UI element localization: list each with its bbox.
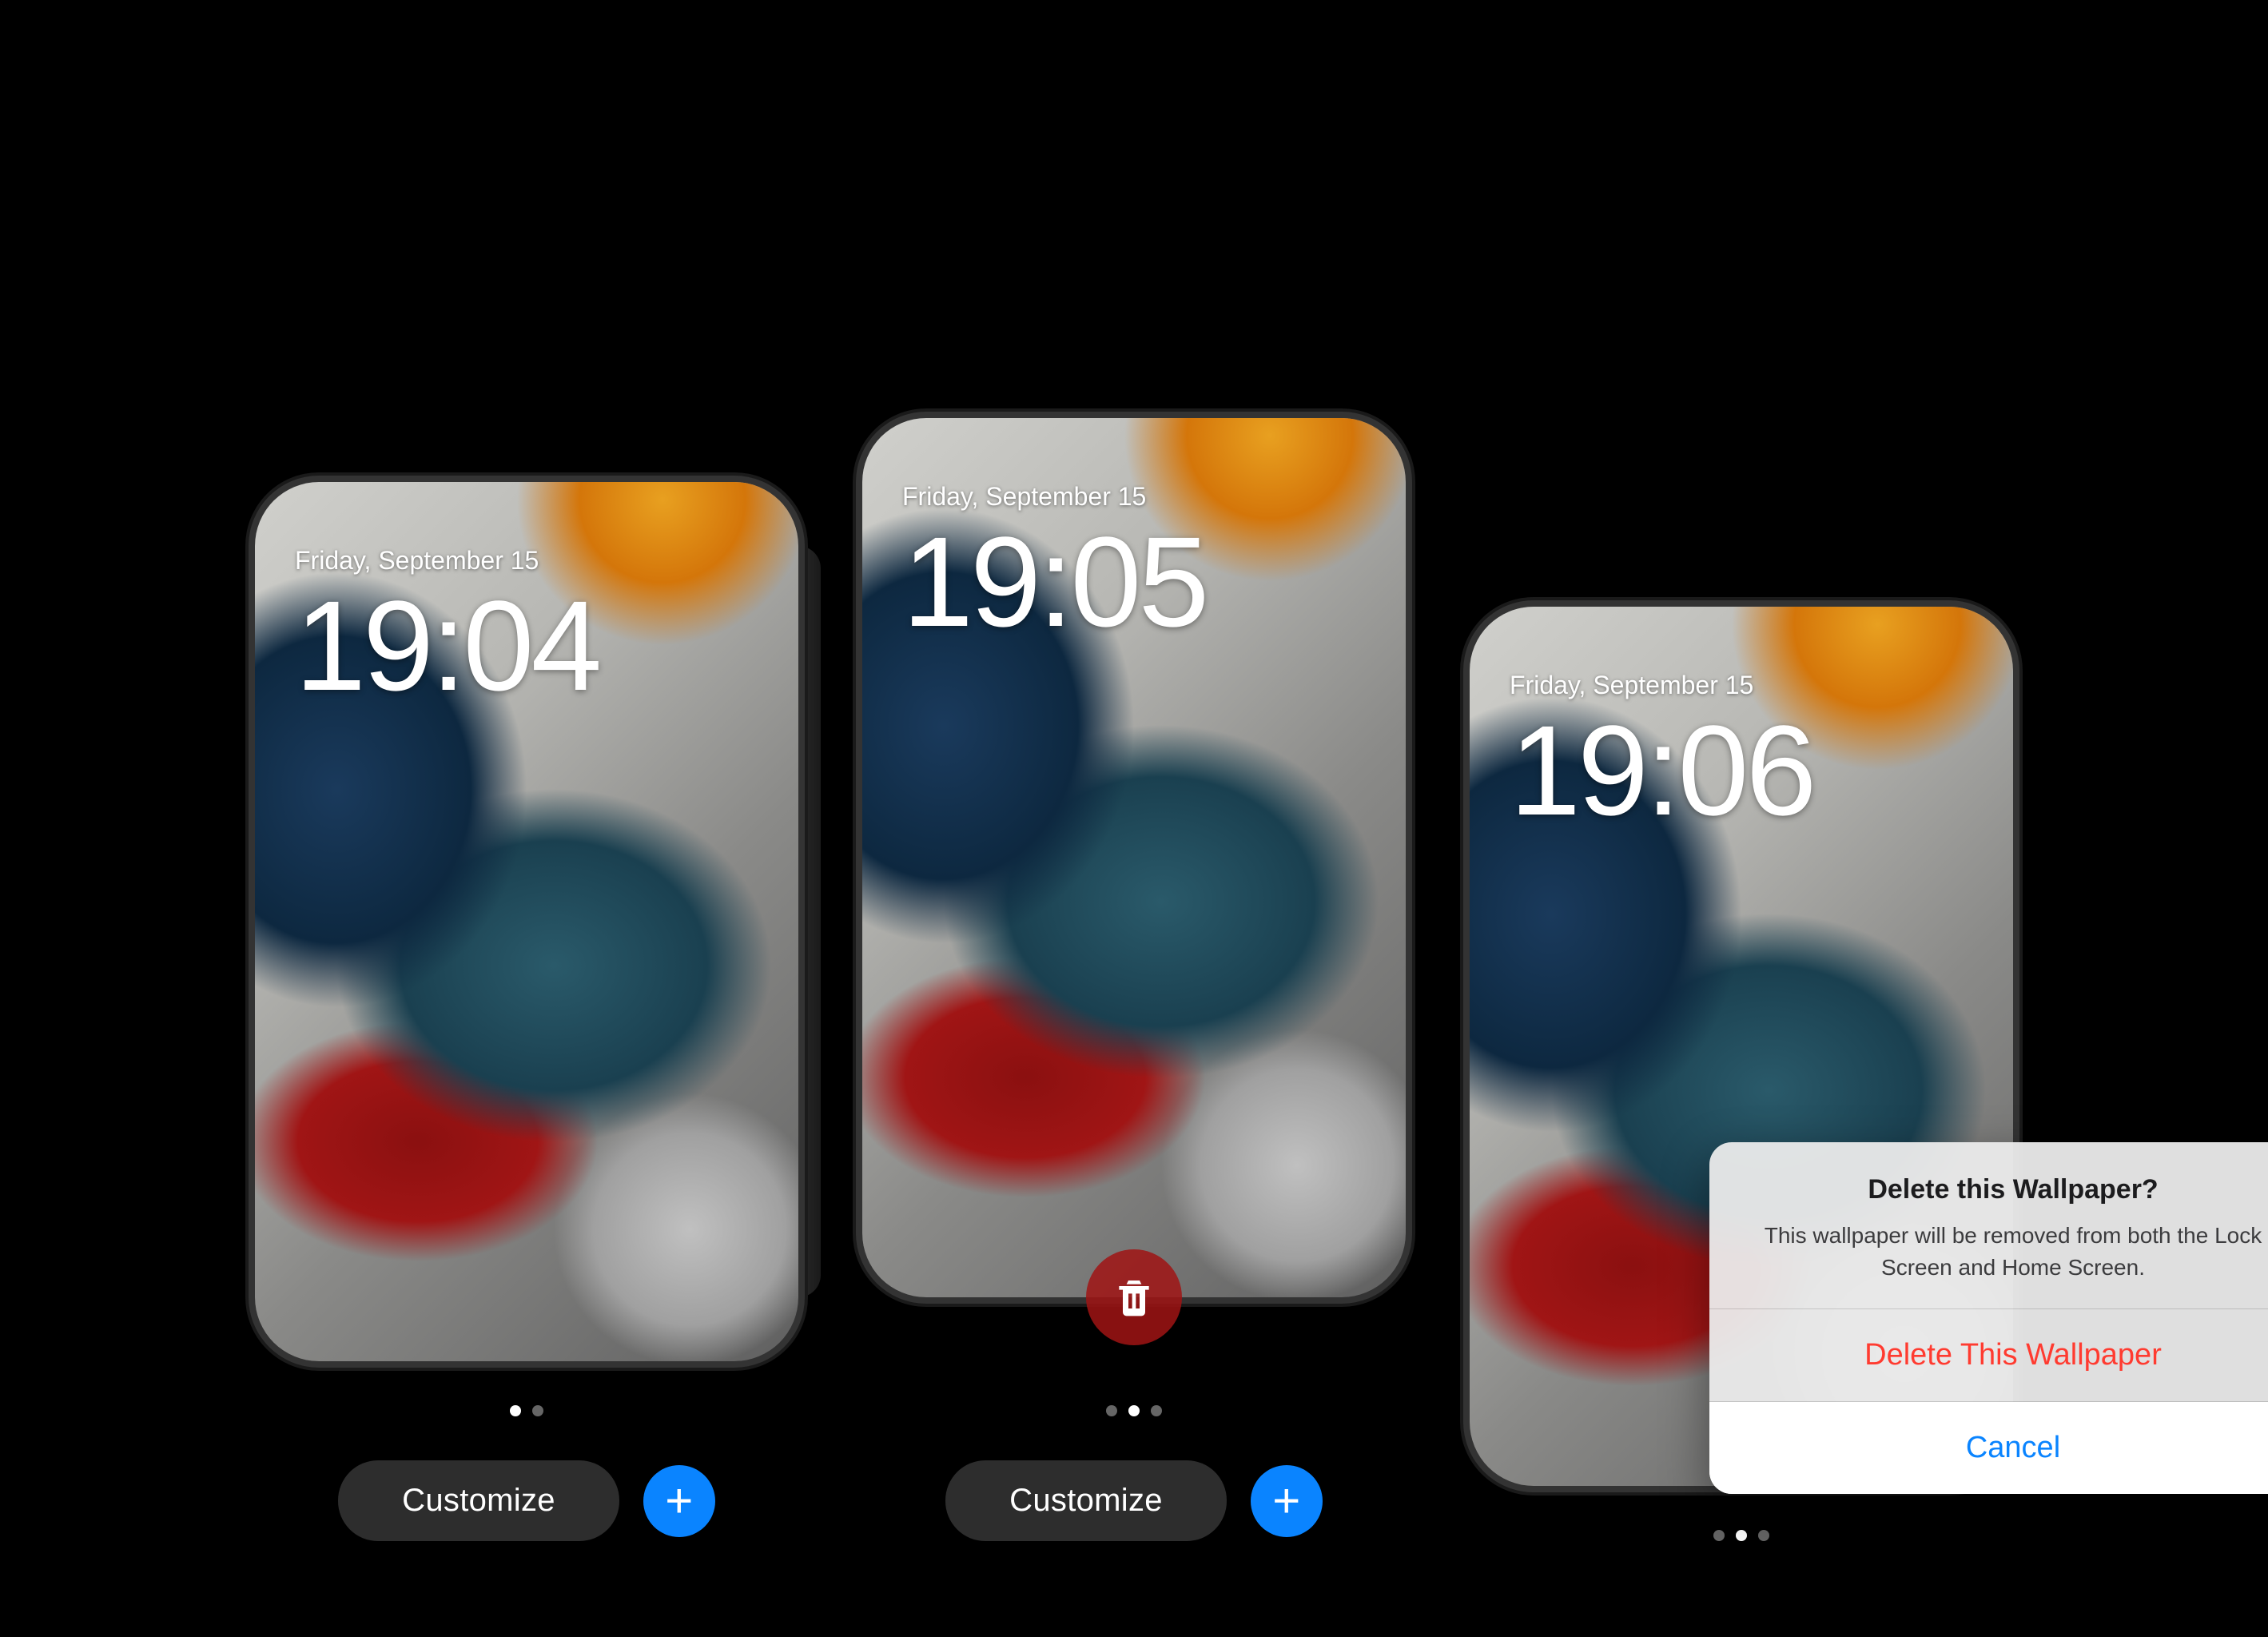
lock-screen-2: Friday, September 15 19:05 [862,418,1406,1297]
alert-title: Delete this Wallpaper? [1749,1174,2268,1205]
phone-2: Friday, September 15 19:05 [862,418,1406,1297]
dot-1-1 [510,1405,521,1416]
lock-date-1: Friday, September 15 [295,546,539,576]
phone-panel-3: Friday, September 15 19:06 Delete this W… [1438,607,2045,1541]
lock-time-1: 19:04 [295,582,599,710]
dot-2-3 [1151,1405,1162,1416]
lock-date-3: Friday, September 15 [1510,671,1753,700]
bottom-actions-1: Customize + [338,1460,715,1541]
alert-message: This wallpaper will be removed from both… [1749,1220,2268,1285]
dot-1-2 [532,1405,543,1416]
trash-icon [1112,1275,1156,1320]
phone-panel-2: Friday, September 15 19:05 Customize + [830,418,1438,1541]
bottom-actions-2: Customize + [945,1460,1323,1541]
delete-wallpaper-button[interactable]: Delete This Wallpaper [1709,1309,2268,1402]
phone-1: Friday, September 15 19:04 [255,482,798,1361]
delete-wallpaper-dialog: Delete this Wallpaper? This wallpaper wi… [1709,1142,2268,1494]
dot-2-1 [1106,1405,1117,1416]
lock-date-2: Friday, September 15 [902,482,1146,512]
cancel-button[interactable]: Cancel [1709,1402,2268,1494]
page-dots-1 [510,1405,543,1416]
dot-3-3 [1758,1530,1769,1541]
alert-body: Delete this Wallpaper? This wallpaper wi… [1709,1142,2268,1309]
page-dots-2 [1106,1405,1162,1416]
phone-side-edge-1 [798,546,821,1297]
dot-3-2 [1736,1530,1747,1541]
lock-time-2: 19:05 [902,518,1206,646]
dot-3-1 [1713,1530,1725,1541]
phone-frame-1: Friday, September 15 19:04 [255,482,798,1361]
customize-button-2[interactable]: Customize [945,1460,1227,1541]
add-button-1[interactable]: + [643,1465,715,1537]
trash-button[interactable] [1086,1249,1182,1345]
customize-button-1[interactable]: Customize [338,1460,619,1541]
dot-2-2 [1128,1405,1140,1416]
phone-3: Friday, September 15 19:06 Delete this W… [1470,607,2013,1486]
lock-time-3: 19:06 [1510,707,1813,834]
phone-panel-1: Friday, September 15 19:04 Customize + [223,482,830,1541]
add-button-2[interactable]: + [1251,1465,1323,1537]
page-dots-3 [1713,1530,1769,1541]
lock-screen-1: Friday, September 15 19:04 [255,482,798,1361]
phone-frame-2: Friday, September 15 19:05 [862,418,1406,1297]
